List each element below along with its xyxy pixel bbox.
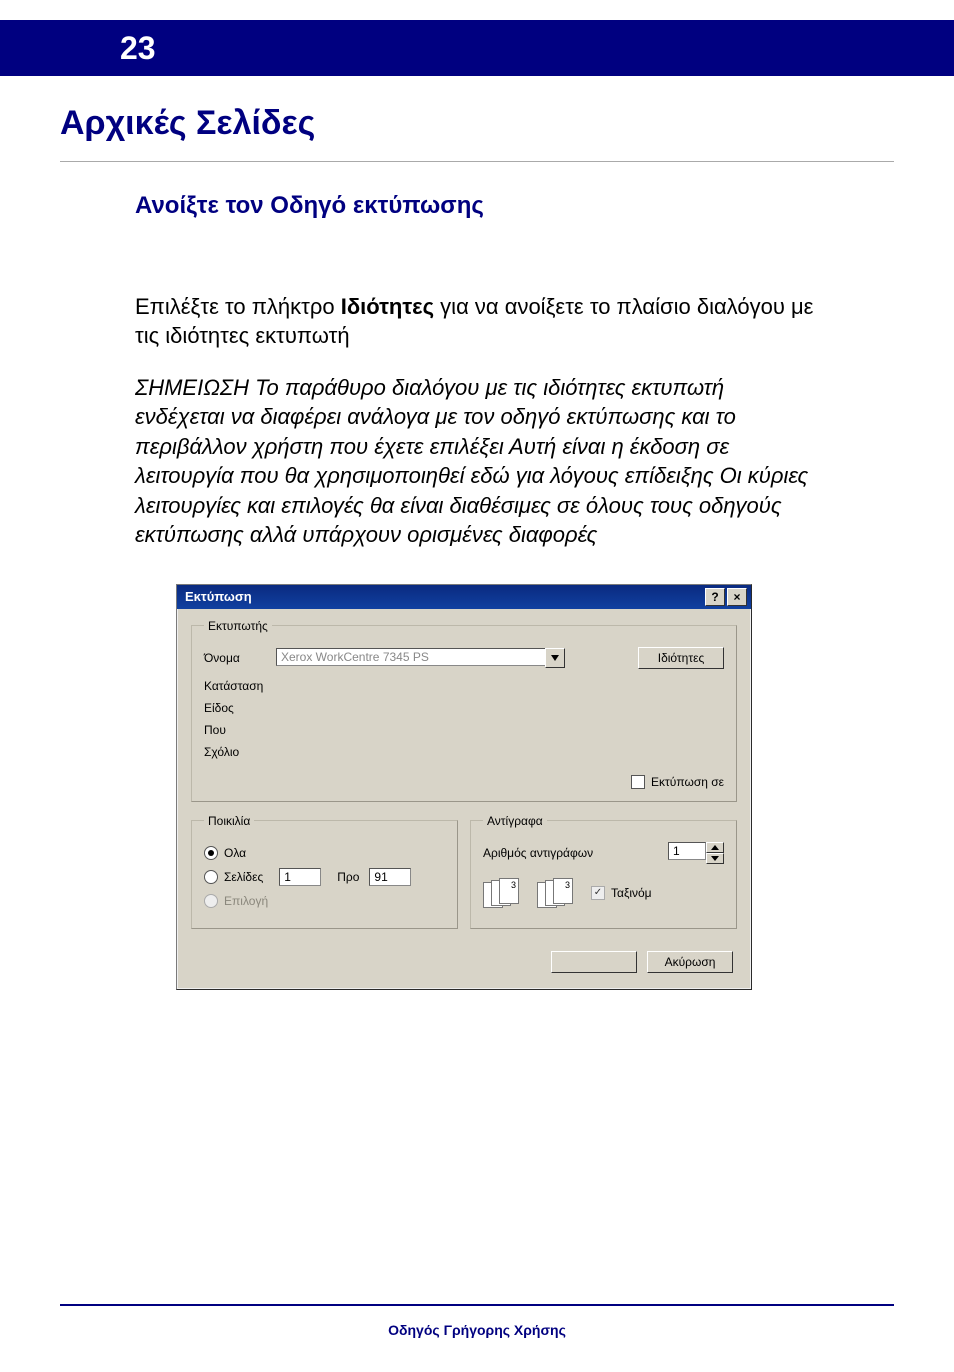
dialog-title: Εκτύπωση xyxy=(185,589,703,604)
collate-preview-a: 1 2 3 xyxy=(483,878,523,908)
divider-bottom xyxy=(60,1304,894,1306)
chapter-band: 23 xyxy=(0,20,954,76)
range-selection-label: Επιλογή xyxy=(224,894,268,908)
chapter-title: Αρχικές Σελίδες xyxy=(60,104,954,143)
range-legend: Ποικιλία xyxy=(204,814,254,828)
print-dialog: Εκτύπωση ? × Εκτυπωτής Όνομα Ιδιότητες xyxy=(176,584,752,990)
dialog-titlebar: Εκτύπωση ? × xyxy=(177,585,751,609)
section-title: Ανοίξτε τον Οδηγό εκτύπωσης xyxy=(135,192,954,220)
status-label: Κατάσταση xyxy=(204,679,276,693)
comment-label: Σχόλιο xyxy=(204,745,276,759)
footer-text: Οδηγός Γρήγορης Χρήσης xyxy=(0,1322,954,1338)
copies-legend: Αντίγραφα xyxy=(483,814,547,828)
help-icon: ? xyxy=(711,590,718,604)
note-paragraph: ΣΗΜΕΙΩΣΗ Το παράθυρο διαλόγου με τις ιδι… xyxy=(135,373,819,550)
printer-group: Εκτυπωτής Όνομα Ιδιότητες Κατάσταση Είδο… xyxy=(191,619,737,802)
close-icon: × xyxy=(733,590,740,604)
range-all-label: Ολα xyxy=(224,846,246,860)
printer-name-combo[interactable] xyxy=(276,648,546,666)
collate-preview-b: 1 2 3 xyxy=(537,878,577,908)
range-to-input[interactable] xyxy=(369,868,411,886)
print-to-file-checkbox[interactable] xyxy=(631,775,645,789)
caret-down-icon xyxy=(711,856,719,861)
copies-spin-up[interactable] xyxy=(706,842,724,853)
collate-sheet: 3 xyxy=(553,878,573,904)
print-to-file-label: Εκτύπωση σε xyxy=(651,775,724,789)
range-all-radio[interactable] xyxy=(204,846,218,860)
where-label: Που xyxy=(204,723,276,737)
copies-count-input[interactable] xyxy=(668,842,706,860)
collate-checkbox[interactable] xyxy=(591,886,605,900)
type-label: Είδος xyxy=(204,701,276,715)
range-from-input[interactable] xyxy=(279,868,321,886)
copies-count-label: Αριθμός αντιγράφων xyxy=(483,846,593,860)
divider-top xyxy=(60,161,894,162)
range-to-label: Προ xyxy=(337,870,359,884)
range-pages-radio[interactable] xyxy=(204,870,218,884)
caret-up-icon xyxy=(711,845,719,850)
range-group: Ποικιλία Ολα Σελίδες Προ Επιλ xyxy=(191,814,458,929)
range-pages-label: Σελίδες xyxy=(224,870,263,884)
copies-group: Αντίγραφα Αριθμός αντιγράφων xyxy=(470,814,737,929)
printer-legend: Εκτυπωτής xyxy=(204,619,272,633)
range-selection-radio xyxy=(204,894,218,908)
help-button[interactable]: ? xyxy=(705,588,725,606)
printer-name-dropdown-button[interactable] xyxy=(545,648,565,668)
properties-button[interactable]: Ιδιότητες xyxy=(638,647,724,669)
body-paragraph: Επιλέξτε το πλήκτρο Ιδιότητες για να ανο… xyxy=(135,292,819,351)
collate-label: Ταξινόμ xyxy=(611,886,652,900)
collate-sheet: 3 xyxy=(499,878,519,904)
chevron-down-icon xyxy=(551,655,559,661)
page-number: 23 xyxy=(120,30,156,67)
close-button[interactable]: × xyxy=(727,588,747,606)
copies-spin-down[interactable] xyxy=(706,853,724,864)
body-paragraph-pre: Επιλέξτε το πλήκτρο xyxy=(135,294,341,319)
ok-button[interactable] xyxy=(551,951,637,973)
name-label: Όνομα xyxy=(204,651,276,665)
cancel-button[interactable]: Ακύρωση xyxy=(647,951,733,973)
body-paragraph-strong: Ιδιότητες xyxy=(341,294,434,319)
